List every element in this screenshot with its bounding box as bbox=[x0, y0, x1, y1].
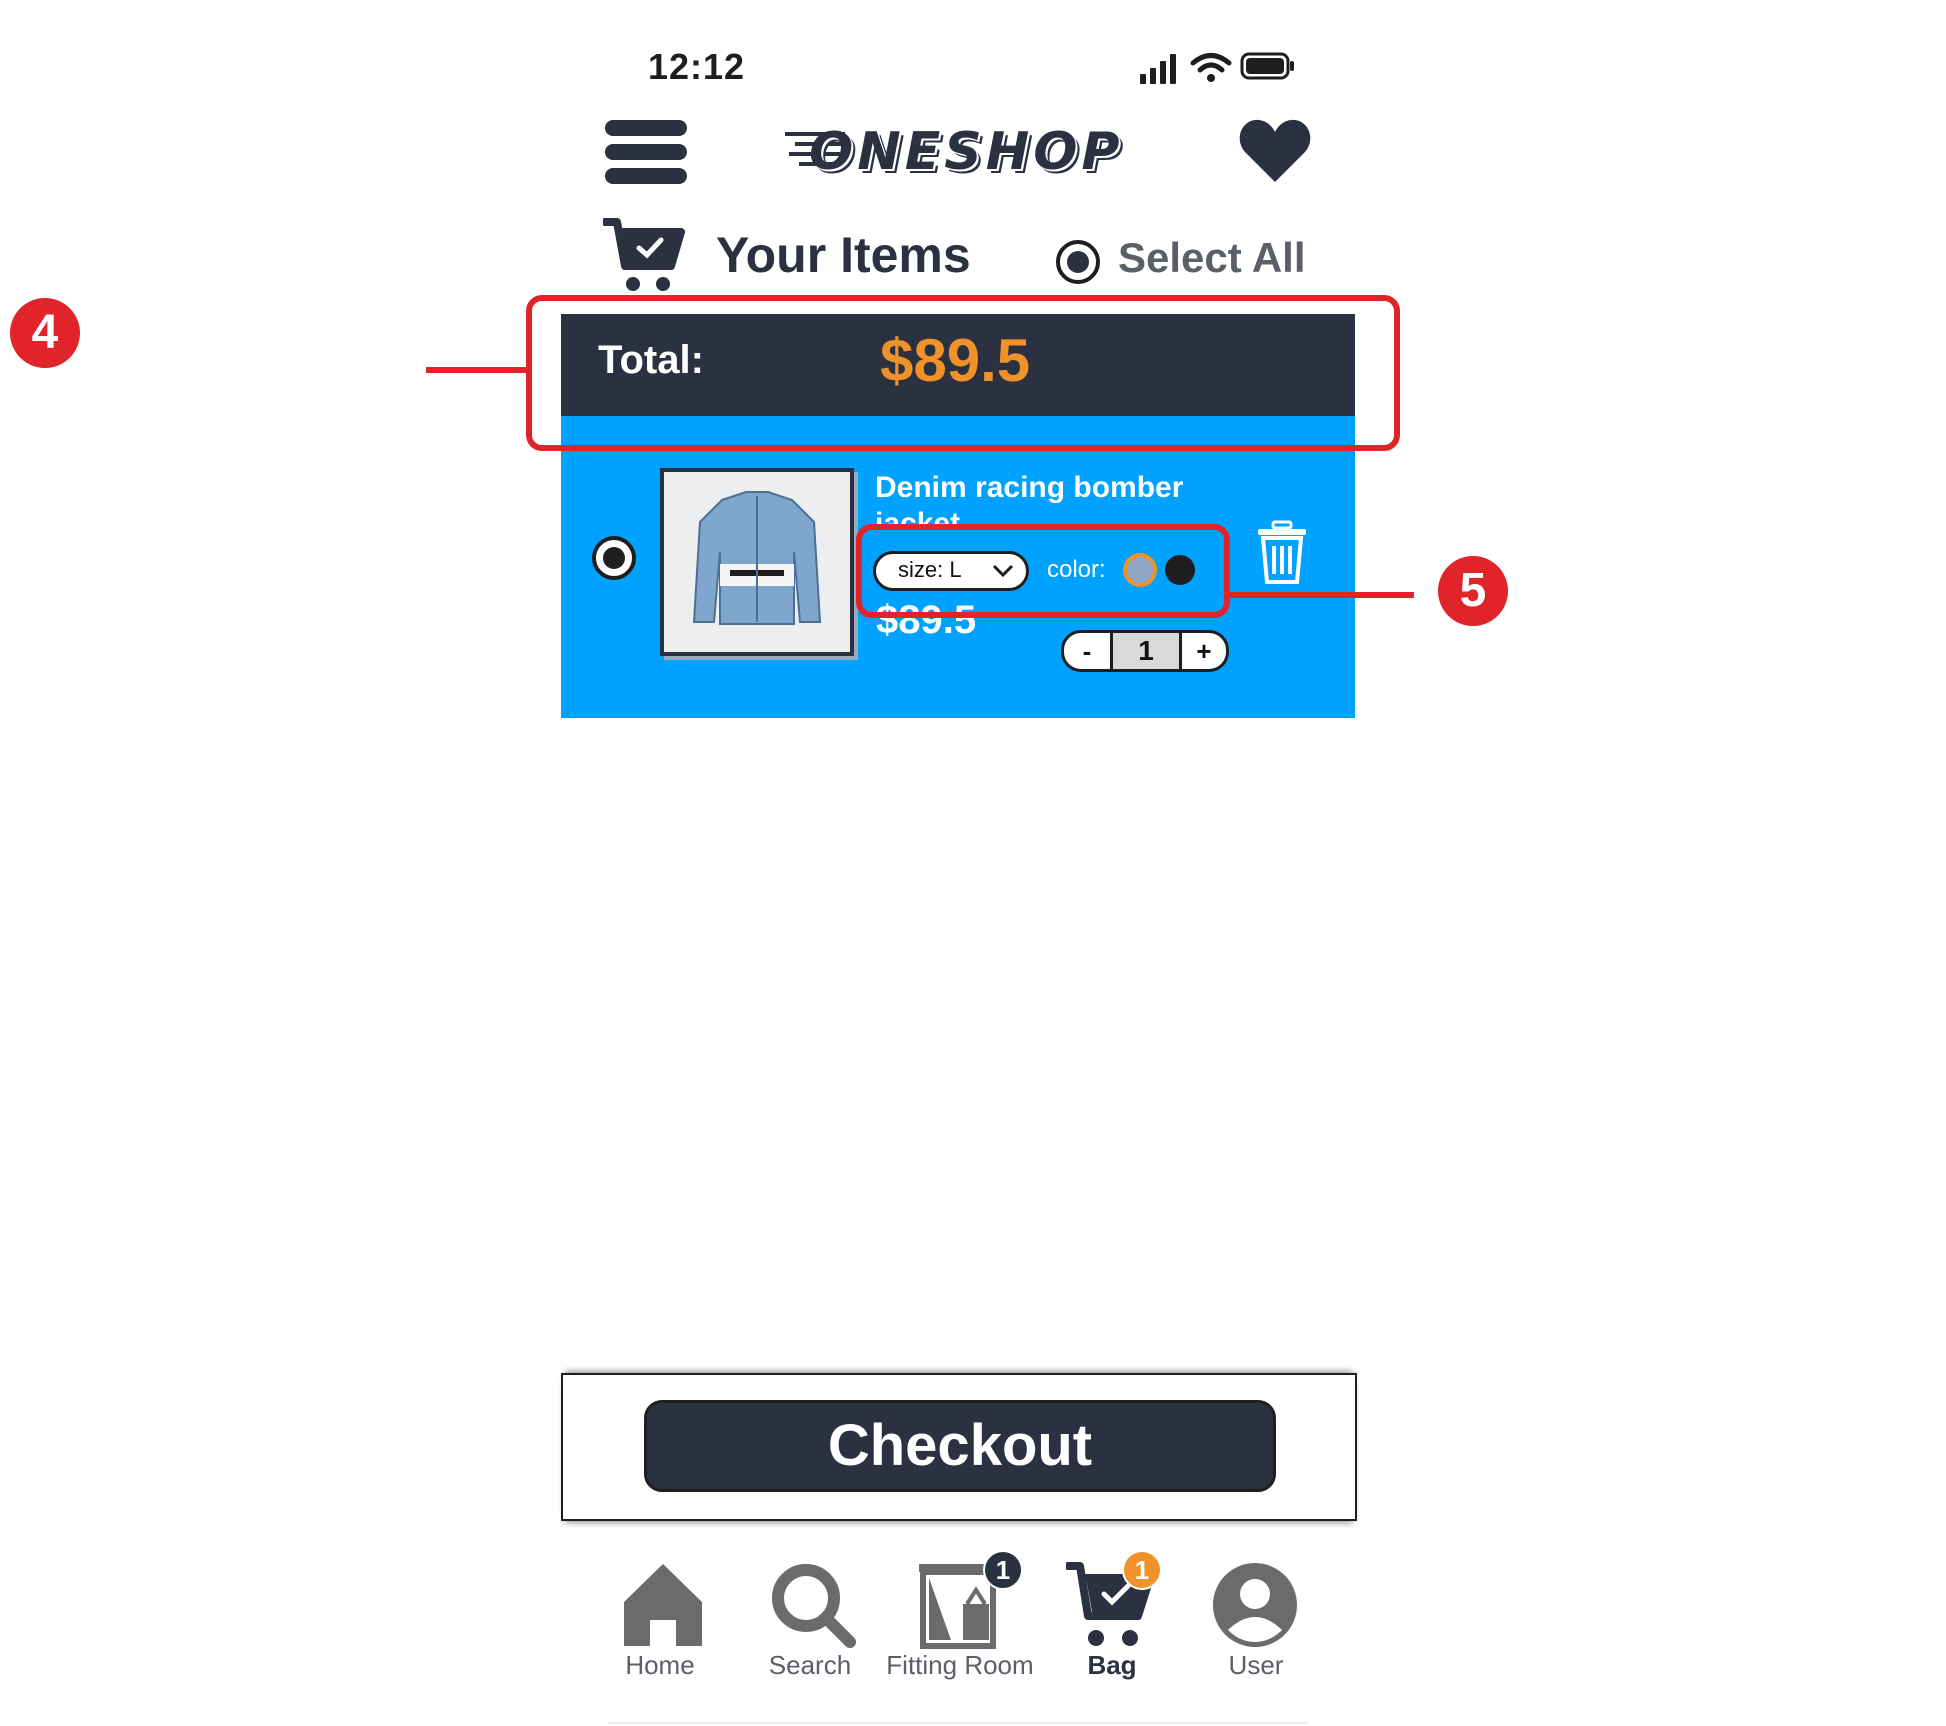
annotation-badge-4: 4 bbox=[10, 298, 80, 368]
item-thumbnail[interactable] bbox=[660, 468, 854, 656]
logo-text: ONESHOP bbox=[809, 122, 1124, 182]
quantity-value[interactable]: 1 bbox=[1110, 633, 1182, 669]
nav-label-bag[interactable]: Bag bbox=[1032, 1650, 1192, 1681]
jacket-image bbox=[692, 491, 822, 625]
signal-icon bbox=[1140, 54, 1176, 84]
cart-check-icon bbox=[603, 218, 685, 291]
your-items-title: Your Items bbox=[716, 227, 971, 283]
nav-label-fitting-room[interactable]: Fitting Room bbox=[875, 1650, 1045, 1681]
annotation-box-total bbox=[526, 295, 1400, 451]
increase-button[interactable]: + bbox=[1182, 633, 1226, 669]
fitting-room-badge: 1 bbox=[983, 1550, 1023, 1590]
wifi-icon bbox=[1190, 53, 1232, 82]
select-all-label[interactable]: Select All bbox=[1118, 234, 1306, 282]
search-icon bbox=[772, 1564, 856, 1648]
annotation-badge-5: 5 bbox=[1438, 556, 1508, 626]
oneshop-logo[interactable]: ONESHOP bbox=[785, 116, 1135, 190]
heart-icon[interactable] bbox=[1239, 118, 1311, 184]
annotation-line-5 bbox=[1230, 592, 1414, 598]
annotation-box-options bbox=[856, 524, 1230, 618]
decrease-button[interactable]: - bbox=[1064, 633, 1110, 669]
item-name[interactable]: Denim racing bomber jacket bbox=[875, 470, 1215, 530]
menu-icon[interactable] bbox=[603, 118, 691, 186]
nav-label-home[interactable]: Home bbox=[580, 1650, 740, 1681]
nav-label-search[interactable]: Search bbox=[730, 1650, 890, 1681]
annotation-line-4 bbox=[426, 367, 526, 373]
trash-icon[interactable] bbox=[1256, 520, 1308, 584]
status-time: 12:12 bbox=[648, 46, 746, 87]
home-indicator bbox=[608, 1722, 1308, 1724]
battery-icon bbox=[1240, 52, 1294, 80]
bag-badge: 1 bbox=[1122, 1550, 1162, 1590]
select-all-radio[interactable] bbox=[1054, 238, 1102, 286]
nav-label-user[interactable]: User bbox=[1176, 1650, 1336, 1681]
quantity-stepper[interactable]: - 1 + bbox=[1061, 630, 1229, 672]
item-select-radio[interactable] bbox=[590, 534, 638, 582]
home-icon bbox=[624, 1564, 702, 1646]
user-icon bbox=[1213, 1563, 1297, 1647]
checkout-button[interactable]: Checkout bbox=[644, 1400, 1276, 1492]
